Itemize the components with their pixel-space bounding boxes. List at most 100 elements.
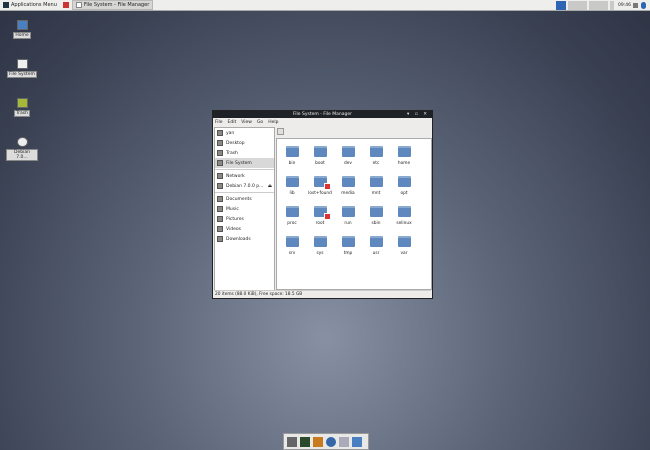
place-icon: [217, 226, 223, 232]
location-toggle-button[interactable]: [277, 128, 284, 135]
workspace-4[interactable]: [609, 1, 614, 10]
web-browser-icon[interactable]: [326, 437, 336, 447]
sidebar-item[interactable]: yan: [215, 128, 274, 138]
desktop-icon[interactable]: Trash: [6, 98, 38, 117]
file-item[interactable]: lost+found: [306, 176, 334, 196]
desktop-item-icon: [17, 137, 28, 147]
file-item[interactable]: proc: [278, 206, 306, 226]
sidebar-item[interactable]: Network: [215, 171, 274, 181]
desktop-item-icon: [17, 98, 28, 108]
sidebar-item[interactable]: Pictures: [215, 214, 274, 224]
file-name: root: [306, 221, 334, 226]
title-bar[interactable]: File System - File Manager ▾ ▫ ✕: [213, 111, 432, 118]
folder-icon: [314, 146, 327, 157]
locked-badge-icon: [324, 213, 331, 220]
menu-file[interactable]: File: [215, 120, 223, 125]
sidebar-item[interactable]: Documents: [215, 194, 274, 204]
desktop-item-icon: [17, 20, 28, 30]
file-item[interactable]: lib: [278, 176, 306, 196]
sidebar-item-label: Music: [226, 207, 239, 212]
eject-icon[interactable]: ⏏: [268, 184, 274, 189]
place-icon: [217, 173, 223, 179]
sidebar-item[interactable]: Desktop: [215, 138, 274, 148]
file-item[interactable]: root: [306, 206, 334, 226]
separator: [215, 192, 274, 193]
file-item[interactable]: dev: [334, 146, 362, 166]
file-name: run: [334, 221, 362, 226]
file-name: proc: [278, 221, 306, 226]
sidebar-item-label: Pictures: [226, 217, 244, 222]
desktop-icon[interactable]: Home: [6, 20, 38, 39]
sidebar-item[interactable]: Trash: [215, 148, 274, 158]
sidebar-item-label: Documents: [226, 197, 252, 202]
place-icon: [217, 196, 223, 202]
file-item[interactable]: sys: [306, 236, 334, 256]
file-item[interactable]: var: [390, 236, 418, 256]
terminal-emulator-icon[interactable]: [287, 437, 297, 447]
file-manager-icon[interactable]: [313, 437, 323, 447]
file-name: lost+found: [306, 191, 334, 196]
workspace-3[interactable]: [588, 1, 608, 10]
file-name: mnt: [362, 191, 390, 196]
applications-menu-button[interactable]: Applications Menu: [0, 0, 60, 11]
app-finder-icon[interactable]: [339, 437, 349, 447]
file-item[interactable]: sbin: [362, 206, 390, 226]
dock: [283, 433, 369, 450]
folder-icon: [286, 236, 299, 247]
place-icon: [217, 160, 223, 166]
file-item[interactable]: boot: [306, 146, 334, 166]
menu-go[interactable]: Go: [257, 120, 263, 125]
menu-view[interactable]: View: [241, 120, 252, 125]
file-name: lib: [278, 191, 306, 196]
status-bar: 20 items (88.0 KiB), Free space: 18.5 GB: [214, 290, 431, 297]
file-item[interactable]: mnt: [362, 176, 390, 196]
sidebar-item[interactable]: File System: [215, 158, 274, 168]
file-name: media: [334, 191, 362, 196]
sidebar-item-label: Network: [226, 174, 245, 179]
menu-help[interactable]: Help: [268, 120, 278, 125]
file-name: etc: [362, 161, 390, 166]
desktop-icon-label: Home: [13, 32, 30, 39]
place-icon: [217, 150, 223, 156]
folder-icon: [398, 146, 411, 157]
file-item[interactable]: usr: [362, 236, 390, 256]
file-name: dev: [334, 161, 362, 166]
sidebar-item-label: File System: [226, 161, 252, 166]
folder-icon: [342, 236, 355, 247]
file-item[interactable]: tmp: [334, 236, 362, 256]
sidebar-item[interactable]: Debian 7.0.0 p... ⏏: [215, 181, 274, 191]
file-item[interactable]: opt: [390, 176, 418, 196]
workspace-2[interactable]: [567, 1, 587, 10]
file-item[interactable]: home: [390, 146, 418, 166]
launcher-button[interactable]: [60, 0, 72, 11]
home-folder-icon[interactable]: [352, 437, 362, 447]
desktop-icon[interactable]: File System: [6, 59, 38, 78]
desktop-icon-label: Trash: [14, 110, 30, 117]
sidebar-item-label: Debian 7.0.0 p...: [226, 184, 263, 189]
workspace-switcher[interactable]: [556, 1, 566, 10]
menu-edit[interactable]: Edit: [228, 120, 237, 125]
file-item[interactable]: etc: [362, 146, 390, 166]
folder-icon: [286, 176, 299, 187]
folder-icon: [342, 206, 355, 217]
launcher-icon: [63, 2, 69, 8]
sidebar-item[interactable]: Videos: [215, 224, 274, 234]
taskbar-item-file-manager[interactable]: File System - File Manager: [72, 0, 153, 10]
terminal-icon[interactable]: [300, 437, 310, 447]
folder-icon: [342, 176, 355, 187]
file-name: sys: [306, 251, 334, 256]
file-item[interactable]: run: [334, 206, 362, 226]
window-controls[interactable]: ▾ ▫ ✕: [407, 111, 429, 118]
desktop-icon[interactable]: Debian 7.0...: [6, 137, 38, 161]
sidebar-item[interactable]: Downloads: [215, 234, 274, 244]
user-icon[interactable]: [641, 2, 646, 9]
file-item[interactable]: selinux: [390, 206, 418, 226]
place-icon: [217, 216, 223, 222]
file-item[interactable]: bin: [278, 146, 306, 166]
sidebar-item[interactable]: Music: [215, 204, 274, 214]
file-item[interactable]: srv: [278, 236, 306, 256]
locked-badge-icon: [324, 183, 331, 190]
sidebar-item-label: Videos: [226, 227, 241, 232]
clock: 09:46: [618, 3, 631, 8]
file-item[interactable]: media: [334, 176, 362, 196]
